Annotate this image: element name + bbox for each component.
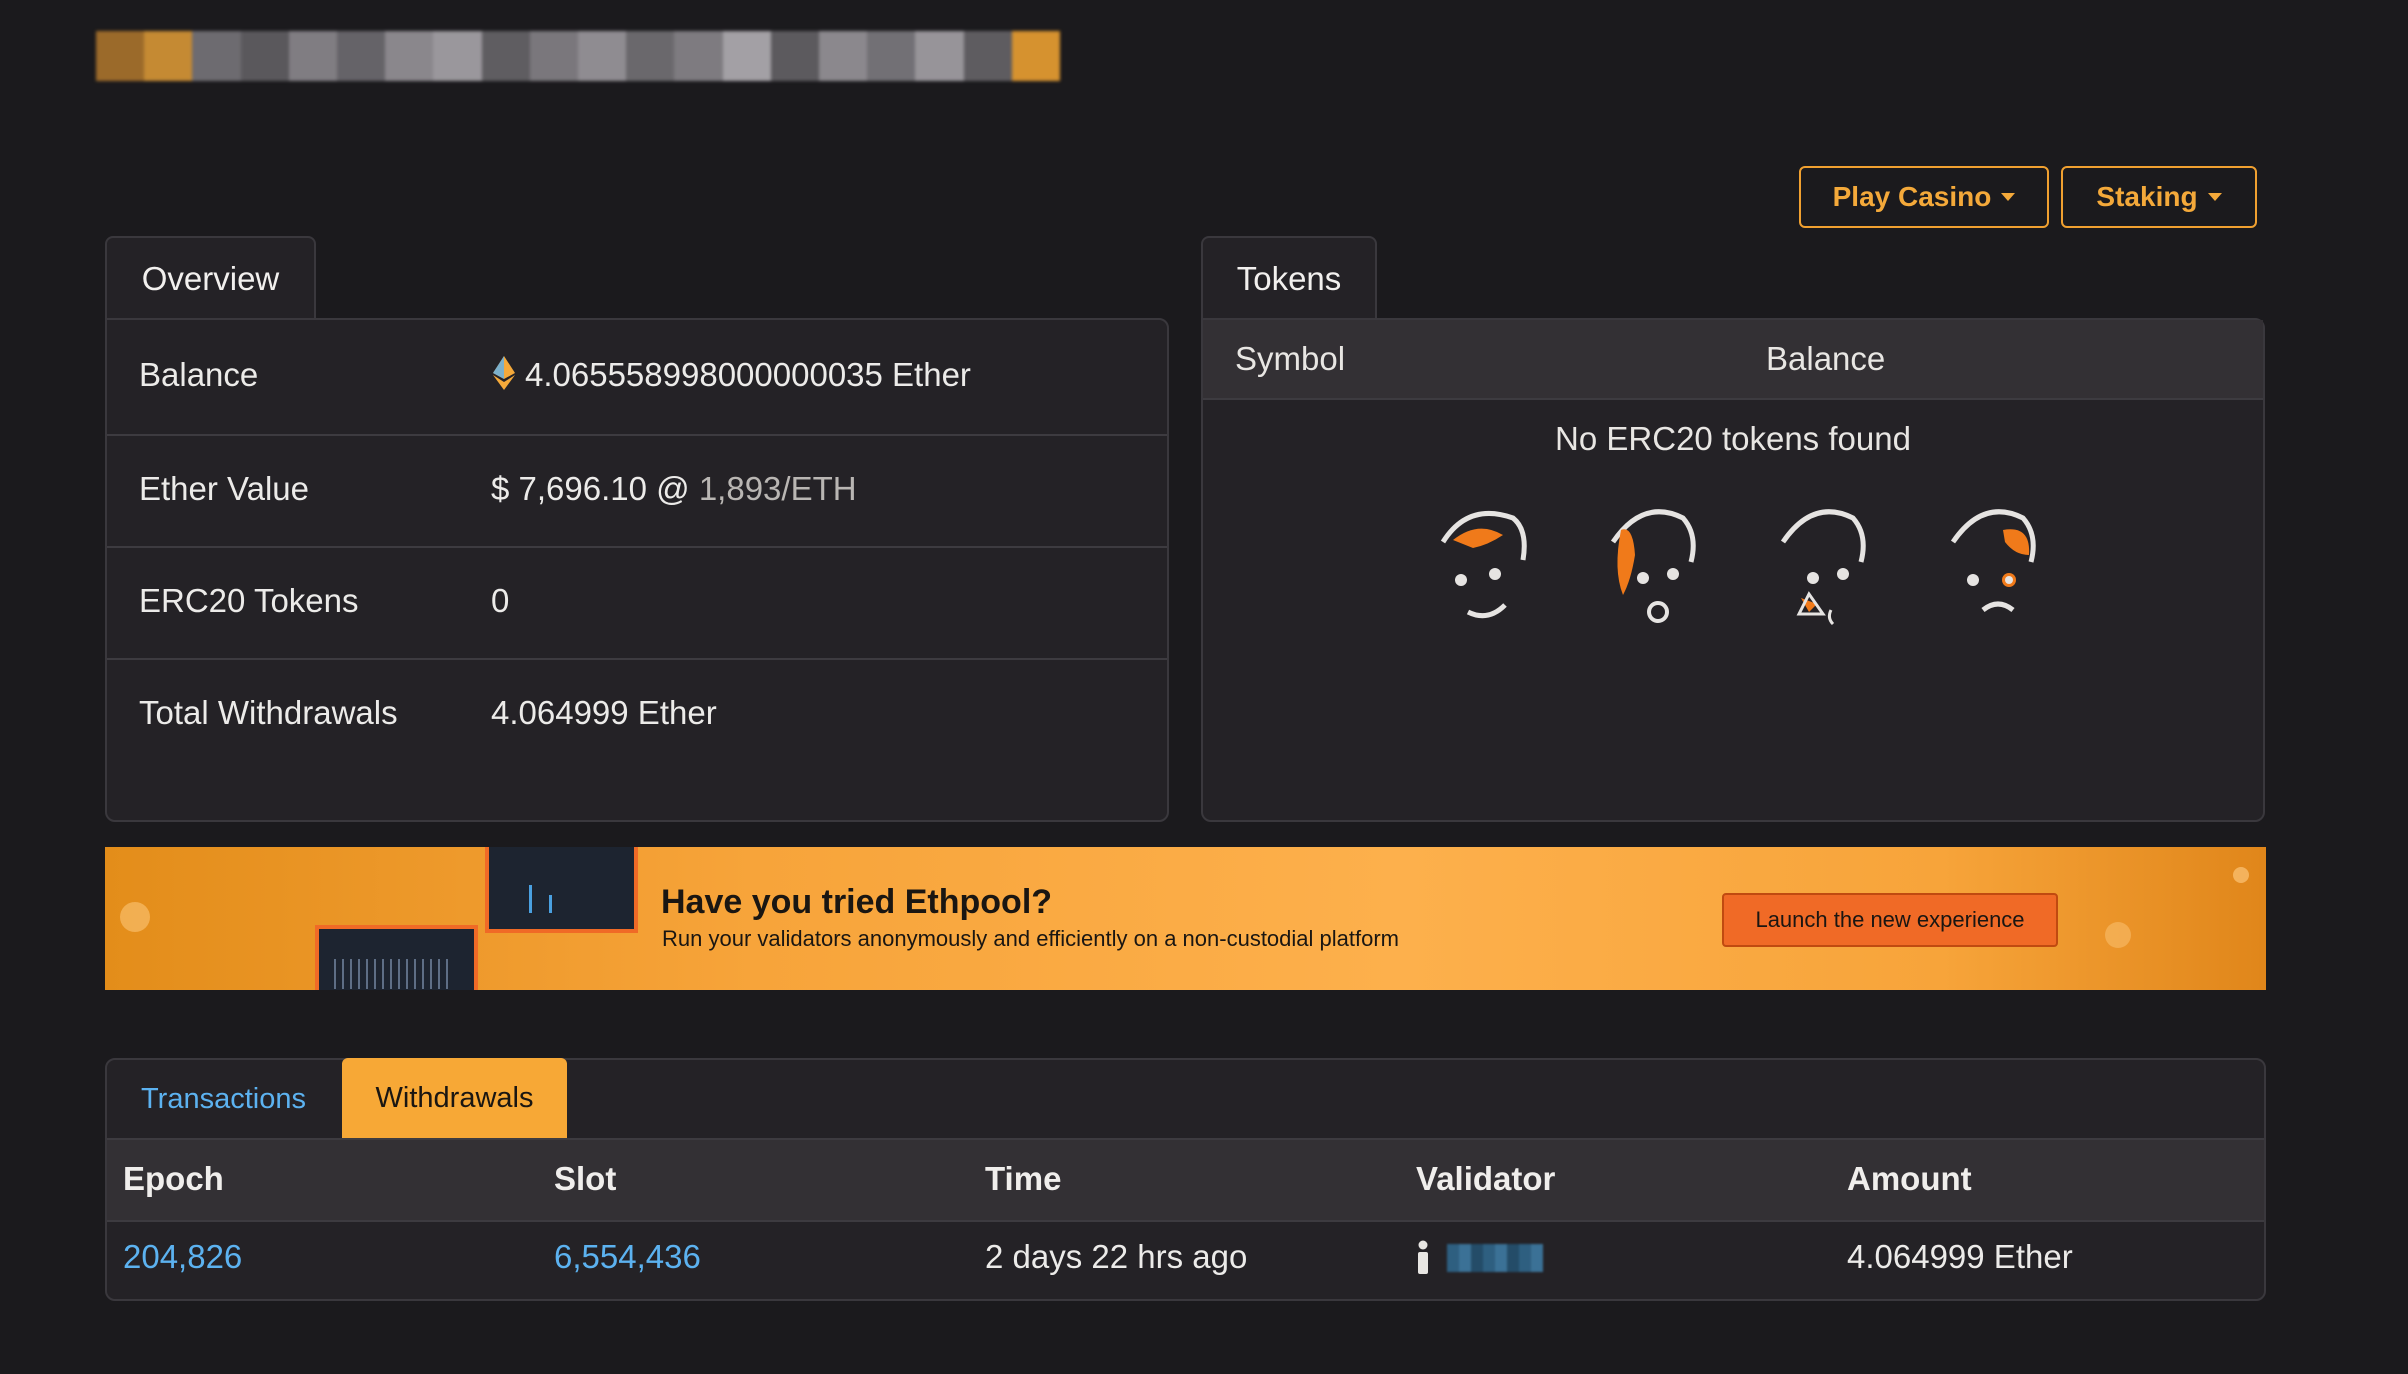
ethereum-icon	[493, 356, 515, 398]
chevron-down-icon	[2001, 193, 2016, 201]
banner-decoration-dot	[120, 902, 150, 932]
withdrawals-table-header: Epoch Slot Time Validator Amount	[107, 1138, 2264, 1222]
face-cone-icon	[1780, 509, 1866, 626]
ethpool-banner[interactable]: Have you tried Ethpool? Run your validat…	[105, 847, 2266, 990]
redacted-pixel	[578, 31, 627, 81]
erc20-value: 0	[491, 582, 510, 619]
redacted-pixel	[385, 31, 434, 81]
banner-decoration-dot	[2233, 867, 2249, 883]
validator-column-header: Validator	[1416, 1160, 1556, 1197]
balance-label: Balance	[139, 356, 259, 393]
face-surprised-icon	[1610, 509, 1696, 623]
staking-label: Staking	[2096, 181, 2198, 212]
tokens-panel: Symbol Balance No ERC20 tokens found	[1201, 318, 2265, 822]
play-casino-label: Play Casino	[1832, 181, 1992, 212]
redacted-pixel	[96, 31, 145, 81]
tab-tokens[interactable]: Tokens	[1201, 236, 1377, 320]
total-withdrawals-label: Total Withdrawals	[139, 694, 398, 731]
tab-overview[interactable]: Overview	[105, 236, 316, 320]
redacted-pixel	[626, 31, 675, 81]
banner-decoration-dot	[2105, 922, 2131, 948]
redacted-pixel	[674, 31, 723, 81]
epoch-column-header: Epoch	[123, 1160, 224, 1197]
overview-row-balance: Balance 4.065558998000000035 Ether	[107, 320, 1167, 436]
tokens-table-header: Symbol Balance	[1203, 320, 2263, 400]
time-value: 2 days 22 hrs ago	[985, 1238, 1248, 1275]
dashboard-screenshot-image	[485, 847, 638, 933]
ether-value-amount: $ 7,696.10 @	[491, 470, 690, 507]
balance-value: 4.065558998000000035 Ether	[525, 356, 971, 393]
activity-panel: Transactions Withdrawals Epoch Slot Time…	[105, 1058, 2266, 1301]
epoch-link[interactable]: 204,826	[123, 1238, 242, 1276]
chevron-down-icon	[2207, 193, 2222, 201]
redacted-pixel	[529, 31, 579, 81]
tab-overview-label: Overview	[141, 260, 280, 297]
banner-subtitle: Run your validators anonymously and effi…	[662, 926, 1399, 951]
tab-withdrawals[interactable]: Withdrawals	[342, 1058, 567, 1138]
redacted-pixel	[433, 31, 482, 81]
slot-link[interactable]: 6,554,436	[554, 1238, 701, 1276]
redacted-pixel	[867, 31, 916, 81]
overview-row-erc20: ERC20 Tokens 0	[107, 546, 1167, 660]
overview-row-total-withdrawals: Total Withdrawals 4.064999 Ether	[107, 658, 1167, 822]
play-casino-dropdown[interactable]: Play Casino	[1799, 166, 2049, 228]
face-sad-icon	[1950, 509, 2036, 613]
validator-link-redacted[interactable]	[1447, 1244, 1543, 1272]
redacted-pixel	[240, 31, 289, 81]
chart-screenshot-image	[315, 925, 478, 990]
face-smile-icon	[1440, 510, 1527, 619]
redacted-pixel	[1011, 31, 1061, 81]
redacted-pixel	[770, 31, 820, 81]
erc20-label: ERC20 Tokens	[139, 582, 359, 619]
address-redacted	[96, 31, 1061, 81]
amount-column-header: Amount	[1847, 1160, 1972, 1197]
empty-tokens-message: No ERC20 tokens found	[1555, 420, 1911, 457]
tab-tokens-label: Tokens	[1236, 260, 1342, 297]
person-icon	[1416, 1240, 1430, 1282]
redacted-pixel	[963, 31, 1012, 81]
redacted-pixel	[722, 31, 771, 81]
redacted-pixel	[915, 31, 964, 81]
redacted-pixel	[192, 31, 241, 81]
overview-panel: Balance 4.065558998000000035 Ether Ether…	[105, 318, 1169, 822]
empty-state-illustration	[1433, 500, 2036, 640]
time-column-header: Time	[985, 1160, 1062, 1197]
balance-column-header: Balance	[1766, 340, 1886, 377]
redacted-pixel	[288, 31, 338, 81]
banner-title: Have you tried Ethpool?	[661, 883, 1053, 921]
redacted-pixel	[144, 31, 193, 81]
launch-experience-button[interactable]: Launch the new experience	[1722, 893, 2058, 947]
redacted-pixel	[481, 31, 530, 81]
redacted-pixel	[337, 31, 386, 81]
staking-dropdown[interactable]: Staking	[2061, 166, 2257, 228]
ether-value-label: Ether Value	[139, 470, 309, 507]
eth-price: 1,893/ETH	[698, 470, 857, 507]
total-withdrawals-value: 4.064999 Ether	[491, 694, 717, 731]
amount-value: 4.064999 Ether	[1847, 1238, 2073, 1275]
tab-transactions[interactable]: Transactions	[107, 1060, 340, 1138]
overview-row-ether-value: Ether Value $ 7,696.10 @ 1,893/ETH	[107, 434, 1167, 548]
redacted-pixel	[819, 31, 868, 81]
symbol-column-header: Symbol	[1235, 340, 1346, 377]
slot-column-header: Slot	[554, 1160, 617, 1197]
